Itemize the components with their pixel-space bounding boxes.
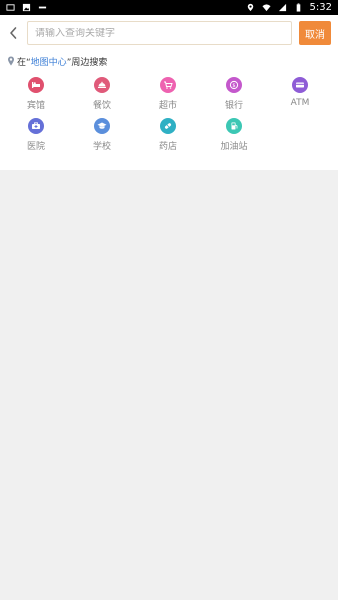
- category-supermarket[interactable]: 超市: [143, 77, 193, 111]
- dining-icon: [94, 77, 110, 93]
- search-bar: 取消: [0, 15, 338, 51]
- image-icon: [22, 3, 31, 12]
- notification-text-icon: [38, 6, 47, 9]
- category-bank[interactable]: $ 银行: [209, 77, 259, 111]
- graduation-cap-icon: [94, 118, 110, 134]
- category-label: 加油站: [220, 142, 248, 152]
- category-label: 宾馆: [26, 101, 45, 111]
- fuel-icon: [226, 118, 242, 134]
- category-gas-station[interactable]: 加油站: [209, 118, 259, 152]
- card-icon: [292, 77, 308, 93]
- category-hospital[interactable]: 医院: [11, 118, 61, 152]
- battery-icon: [296, 3, 300, 12]
- bed-icon: [28, 77, 44, 93]
- svg-text:$: $: [232, 83, 235, 89]
- map-pin-icon: [8, 56, 14, 66]
- category-label: 药店: [158, 142, 177, 152]
- map-center-link[interactable]: 地图中心: [31, 55, 67, 68]
- location-icon: [247, 3, 253, 12]
- category-label: 银行: [224, 101, 243, 111]
- status-bar: 5:32: [0, 0, 338, 15]
- category-school[interactable]: 学校: [77, 118, 127, 152]
- category-label: 医院: [26, 142, 45, 152]
- cancel-button[interactable]: 取消: [299, 21, 331, 45]
- nearby-suffix: ”周边搜索: [66, 57, 108, 68]
- category-dining[interactable]: 餐饮: [77, 77, 127, 111]
- category-label: 餐饮: [92, 101, 111, 111]
- pill-icon: [160, 118, 176, 134]
- category-pharmacy[interactable]: 药店: [143, 118, 193, 152]
- screen-icon: [6, 4, 15, 11]
- category-hotel[interactable]: 宾馆: [11, 77, 61, 111]
- back-button[interactable]: [0, 15, 26, 51]
- medical-kit-icon: [28, 118, 44, 134]
- category-label: ATM: [290, 98, 310, 108]
- search-input[interactable]: [35, 27, 291, 39]
- category-label: 超市: [158, 101, 177, 111]
- nearby-search-hint: 在“ 地图中心 ”周边搜索: [7, 55, 108, 68]
- signal-icon: [278, 3, 286, 12]
- chevron-left-icon: [10, 27, 17, 39]
- category-panel: 在“ 地图中心 ”周边搜索 宾馆 餐饮 超市 $ 银行 ATM 医院 学校 药店…: [0, 51, 338, 170]
- category-atm[interactable]: ATM: [275, 77, 325, 108]
- wifi-icon: [261, 4, 271, 12]
- search-box[interactable]: [27, 21, 292, 45]
- money-icon: $: [226, 77, 242, 93]
- status-time: 5:32: [309, 2, 332, 13]
- category-label: 学校: [92, 142, 111, 152]
- cart-icon: [160, 77, 176, 93]
- nearby-prefix: 在“: [17, 57, 31, 68]
